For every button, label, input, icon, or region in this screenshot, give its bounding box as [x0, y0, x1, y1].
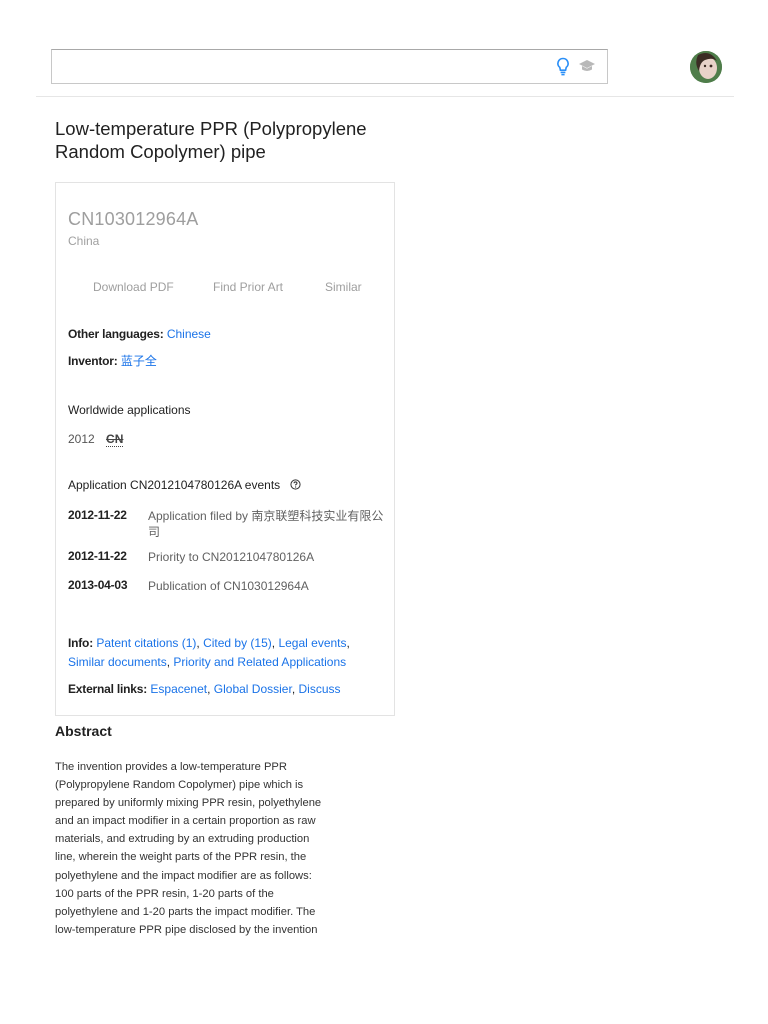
inventor-label: Inventor: — [68, 354, 118, 368]
worldwide-application-entry: 2012 CN — [68, 430, 124, 448]
info-row: Info: Patent citations (1), Cited by (15… — [68, 636, 350, 669]
country-code-link[interactable]: CN — [106, 432, 124, 447]
event-date: 2012-11-22 — [68, 549, 127, 563]
worldwide-applications-heading: Worldwide applications — [68, 403, 191, 417]
event-description: Priority to CN2012104780126A — [148, 550, 315, 564]
inventor-link[interactable]: 蓝子全 — [121, 354, 157, 368]
patent-citations-link[interactable]: Patent citations (1) — [96, 636, 196, 650]
abstract-heading: Abstract — [55, 723, 112, 739]
global-dossier-link[interactable]: Global Dossier — [214, 682, 292, 696]
publication-country: China — [68, 234, 100, 248]
event-description: Application filed by 南京联塑科技实业有限公司 — [148, 509, 384, 539]
discuss-link[interactable]: Discuss — [299, 682, 341, 696]
events-title: Application CN2012104780126A events — [68, 478, 281, 492]
similar-button[interactable]: Similar — [325, 280, 362, 294]
language-link-chinese[interactable]: Chinese — [167, 327, 211, 341]
help-circle-icon[interactable] — [289, 477, 301, 490]
school-icon[interactable] — [578, 58, 596, 74]
lightbulb-icon[interactable] — [556, 57, 570, 77]
download-pdf-button[interactable]: Download PDF — [93, 280, 174, 294]
event-date: 2013-04-03 — [68, 578, 128, 592]
espacenet-link[interactable]: Espacenet — [150, 682, 207, 696]
priority-related-link[interactable]: Priority and Related Applications — [173, 655, 346, 669]
other-languages-row: Other languages: Chinese — [68, 325, 211, 343]
legal-events-link[interactable]: Legal events — [278, 636, 346, 650]
event-date: 2012-11-22 — [68, 508, 127, 522]
avatar[interactable] — [690, 51, 722, 83]
page-title: Low-temperature PPR (Polypropylene Rando… — [55, 118, 367, 162]
external-links-row: External links: Espacenet, Global Dossie… — [68, 682, 341, 696]
event-description: Publication of CN103012964A — [148, 579, 309, 593]
publication-number: CN103012964A — [68, 209, 199, 229]
other-languages-label: Other languages: — [68, 327, 164, 341]
top-bar — [36, 0, 734, 97]
application-events-heading: Application CN2012104780126A events — [68, 476, 301, 494]
external-links-label: External links: — [68, 682, 148, 696]
abstract-text: The invention provides a low-temperature… — [55, 761, 322, 936]
application-year: 2012 — [68, 432, 95, 446]
patent-info-card: CN103012964A China Download PDF Find Pri… — [55, 182, 395, 716]
search-box[interactable] — [51, 49, 608, 84]
info-label: Info: — [68, 636, 93, 650]
find-prior-art-button[interactable]: Find Prior Art — [213, 280, 283, 294]
inventor-row: Inventor: 蓝子全 — [68, 352, 157, 370]
cited-by-link[interactable]: Cited by (15) — [203, 636, 272, 650]
similar-documents-link[interactable]: Similar documents — [68, 655, 167, 669]
search-input[interactable] — [52, 50, 542, 83]
